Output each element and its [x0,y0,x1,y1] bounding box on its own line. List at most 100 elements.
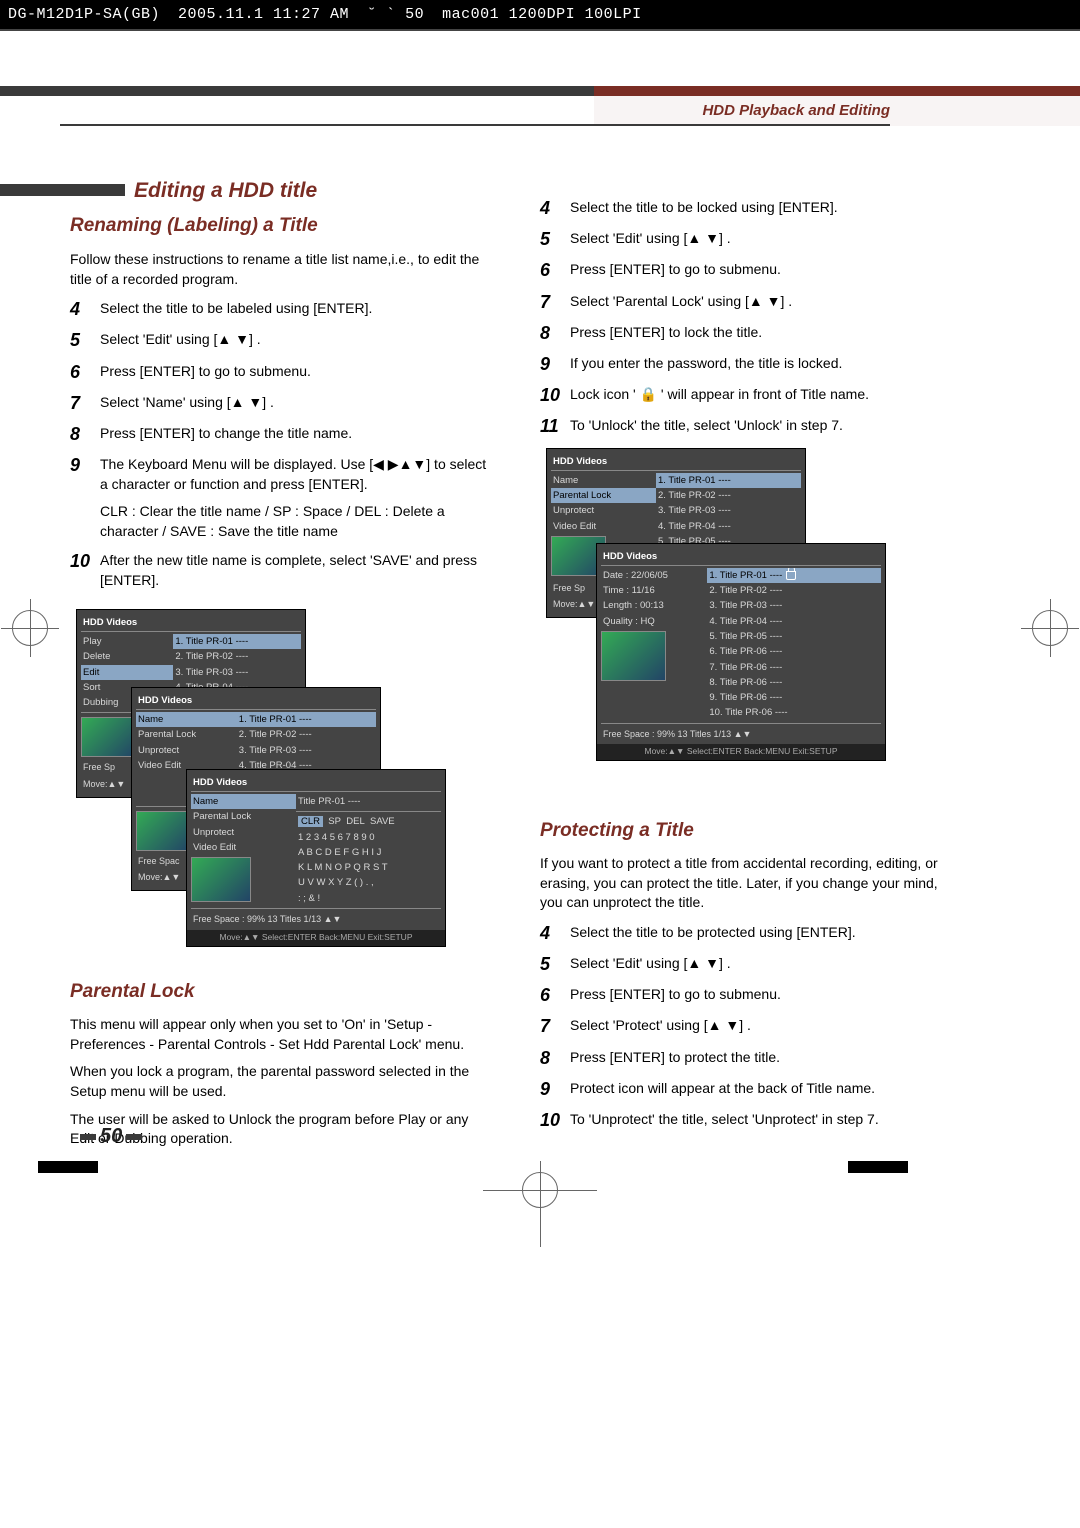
menu-item: Name [551,473,656,488]
protecting-steps: 4Select the title to be protected using … [540,921,960,1133]
step-text: Press [ENTER] to protect the title. [570,1046,960,1071]
step-9-sub: CLR : Clear the title name / SP : Space … [100,502,490,541]
renaming-steps: 4Select the title to be labeled using [E… [70,297,490,494]
step-num: 6 [540,983,570,1008]
step-text: Press [ENTER] to go to submenu. [100,360,490,385]
band [0,86,1080,96]
crop-mark [848,1161,908,1173]
step-text: Press [ENTER] to go to submenu. [570,983,960,1008]
list-item: 1. Title PR-01 ---- [237,712,376,727]
thumbnail [136,811,191,851]
menu-item: Video Edit [551,519,656,534]
osd-figure-renaming: HDD Videos Play Delete Edit Sort Dubbing… [76,609,490,949]
left-column: Editing a HDD title Renaming (Labeling) … [70,176,490,1157]
step-num: 9 [70,453,100,494]
print-file: DG-M12D1P-SA(GB) [8,6,160,23]
thumbnail [81,717,136,757]
step-text: Select the title to be protected using [… [570,921,960,946]
step-num: 8 [70,422,100,447]
list-item: 3. Title PR-03 ---- [707,598,881,613]
info-length: Length : 00:13 [601,598,707,613]
list-item: 3. Title PR-03 ---- [656,503,801,518]
step-text: Select 'Parental Lock' using [▲ ▼] . [570,290,960,315]
menu-item: Unprotect [551,503,656,518]
print-date: 2005.11.1 11:27 AM [178,6,349,23]
header-spacer: HDD Playback and Editing [0,96,1080,126]
step-num: 5 [540,227,570,252]
step-text: The Keyboard Menu will be displayed. Use… [100,453,490,494]
menu-item: Edit [81,665,173,680]
registration-mark-icon [522,1172,558,1208]
step-num: 6 [70,360,100,385]
step-num: 4 [540,921,570,946]
step-text: Select 'Protect' using [▲ ▼] . [570,1014,960,1039]
step-text: After the new title name is complete, se… [100,549,490,590]
print-header: DG-M12D1P-SA(GB) 2005.11.1 11:27 AM ˘ ` … [0,0,1080,31]
list-item: 3. Title PR-03 ---- [237,743,376,758]
osd-title: HDD Videos [191,774,441,792]
right-column: 4Select the title to be locked using [EN… [540,176,960,1157]
print-extra: mac001 1200DPI 100LPI [442,6,642,23]
renaming-intro: Follow these instructions to rename a ti… [70,250,490,289]
step-num: 7 [70,391,100,416]
menu-item: Name [136,712,237,727]
osd-footer: Move:▲▼ Select:ENTER Back:MENU Exit:SETU… [187,930,445,946]
menu-item: Unprotect [136,743,237,758]
page-number: 50 [76,1125,146,1148]
menu-item: Parental Lock [191,809,296,824]
list-item: 8. Title PR-06 ---- [707,675,881,690]
osd-footer: Move:▲▼ Select:ENTER Back:MENU Exit:SETU… [597,744,885,760]
step-num: 4 [540,196,570,221]
main-heading: Editing a HDD title [70,176,490,205]
underline [60,124,890,126]
menu-item: Parental Lock [551,488,656,503]
step-text: Select 'Edit' using [▲ ▼] . [570,227,960,252]
step-text: Select 'Name' using [▲ ▼] . [100,391,490,416]
content: Editing a HDD title Renaming (Labeling) … [0,126,1080,1157]
list-item: 5. Title PR-05 ---- [707,629,881,644]
protecting-heading: Protecting a Title [540,818,960,845]
list-item: 4. Title PR-04 ---- [707,614,881,629]
registration-mark-icon [1032,610,1068,646]
parental-steps: 4Select the title to be locked using [EN… [540,196,960,440]
renaming-steps-b: 10After the new title name is complete, … [70,549,490,590]
info-date: Date : 22/06/05 [601,568,707,583]
osd-title: HDD Videos [601,548,881,566]
parental-p1: This menu will appear only when you set … [70,1015,490,1054]
step-text: Press [ENTER] to change the title name. [100,422,490,447]
list-item: 2. Title PR-02 ---- [707,583,881,598]
osd-figure-parental: HDD Videos Name Parental Lock Unprotect … [546,448,960,788]
thumbnail [601,631,666,681]
kb-row: K L M N O P Q R S T [296,860,441,875]
step-num: 6 [540,258,570,283]
list-item: 2. Title PR-02 ---- [173,649,301,664]
osd-parental-2: HDD Videos Date : 22/06/05 Time : 11/16 … [596,543,886,762]
step-num: 11 [540,414,570,439]
list-item: 10. Title PR-06 ---- [707,705,881,720]
list-item: 2. Title PR-02 ---- [237,727,376,742]
menu-item: Name [191,794,296,809]
osd-title: HDD Videos [81,614,301,632]
step-text: Press [ENTER] to lock the title. [570,321,960,346]
section-label: HDD Playback and Editing [702,102,890,119]
thumbnail [191,857,251,902]
menu-item: Parental Lock [136,727,237,742]
step-num: 10 [70,549,100,590]
kb-row: CLR SP DEL SAVE [296,814,441,829]
osd-title: HDD Videos [136,692,376,710]
step-text: Lock icon ' 🔒 ' will appear in front of … [570,383,960,408]
step-text: Select the title to be labeled using [EN… [100,297,490,322]
list-item: 4. Title PR-04 ---- [656,519,801,534]
kb-row: 1 2 3 4 5 6 7 8 9 0 [296,830,441,845]
step-num: 9 [540,1077,570,1102]
step-text: Select 'Edit' using [▲ ▼] . [100,328,490,353]
list-item: 1. Title PR-01 ---- [707,568,881,583]
info-quality: Quality : HQ [601,614,707,629]
step-text: Protect icon will appear at the back of … [570,1077,960,1102]
step-text: To 'Unlock' the title, select 'Unlock' i… [570,414,960,439]
list-item: 1. Title PR-01 ---- [656,473,801,488]
crop-mark [38,1161,98,1173]
print-page: ˘ ` 50 [367,6,424,23]
menu-item: Video Edit [191,840,296,855]
kb-row: A B C D E F G H I J [296,845,441,860]
